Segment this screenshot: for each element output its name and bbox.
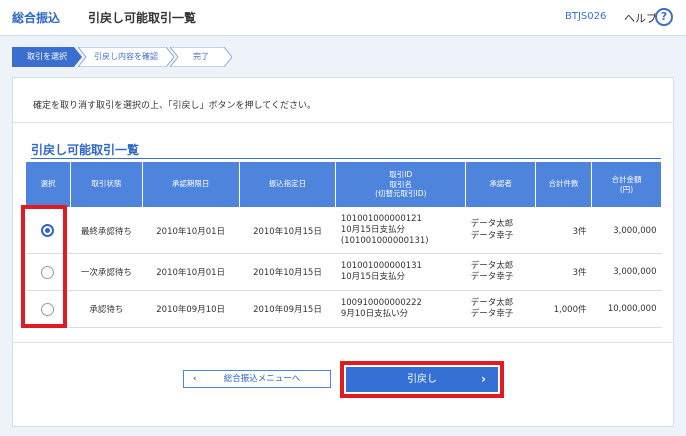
transaction-table: 選択 取引状態 承認期限日 振込指定日 取引ID 取引名 (切替元取引ID) 承… [25,161,663,328]
header-approver: 承認者 [465,161,537,208]
amount-cell: 3,000,000 [591,253,662,291]
amount-cell: 10,000,000 [591,290,662,328]
header-source-id: (切替元取引ID) [375,189,427,199]
header-transaction-id: 取引ID [389,169,413,179]
page-header: 総合振込 引戻し可能取引一覧 BTJS026 ヘルプ ? [0,0,686,36]
count-cell: 3件 [535,207,592,254]
header-approval-deadline: 承認期限日 [141,161,240,208]
header-amount: 合計金額 (円) [590,161,663,208]
revert-button[interactable]: 引戻し › [346,367,498,392]
revert-button-label: 引戻し [407,374,437,385]
selection-highlight [21,205,67,328]
transfer-date-cell: 2010年10月15日 [239,253,336,291]
header-transaction: 取引ID 取引名 (切替元取引ID) [335,161,467,208]
divider [13,122,673,123]
table-row: 一次承認待ち 2010年10月01日 2010年10月15日 101001000… [25,253,662,291]
instruction-text: 確定を取り消す取引を選択の上、「引戻し」ボタンを押してください。 [33,101,316,111]
status-cell: 一次承認待ち [70,253,143,291]
header-amount-label: 合計金額 [611,174,642,184]
screen-id: BTJS026 [565,11,607,22]
header-amount-unit: (円) [619,184,634,194]
amount-cell: 3,000,000 [591,207,662,254]
approver-name: データ幸子 [470,230,514,241]
transaction-cell: 100910000000222 9月10日支払い分 [335,290,466,328]
approver-name: データ幸子 [470,272,514,282]
page-title: 引戻し可能取引一覧 [88,11,197,25]
table-row: 承認待ち 2010年09月10日 2010年09月15日 10091000000… [25,290,662,328]
progress-steps: 取引を選択 引戻し内容を確認 完了 [12,47,232,67]
approver-name: データ太郎 [470,260,514,271]
footer-divider [13,342,673,343]
transaction-name: 10月15日支払分 [340,272,405,282]
transaction-id: 101001000000131 [340,260,422,271]
step-label: 取引を選択 [27,52,67,61]
transaction-name: 9月10日支払い分 [340,309,409,319]
header-transfer-date: 振込指定日 [238,161,337,208]
status-cell: 承認待ち [70,290,143,328]
approver-cell: データ太郎 データ幸子 [465,253,536,291]
back-to-menu-button[interactable]: ‹ 総合振込メニューへ [183,370,331,388]
help-link[interactable]: ヘルプ [624,10,657,26]
approval-deadline-cell: 2010年10月01日 [142,253,240,291]
approval-deadline-cell: 2010年09月10日 [142,290,240,328]
title-rule [31,158,661,159]
step-confirm: 引戻し内容を確認 [78,47,174,67]
approver-cell: データ太郎 データ幸子 [465,207,536,254]
back-button-label: 総合振込メニューへ [223,374,301,384]
table-row: 最終承認待ち 2010年10月01日 2010年10月15日 101001000… [25,207,662,254]
step-label: 引戻し内容を確認 [94,52,158,61]
approver-name: データ太郎 [470,297,514,308]
transaction-id: 101001000000121 [340,213,422,224]
transaction-name: 10月15日支払分 [340,224,405,235]
chevron-left-icon: ‹ [193,374,197,384]
count-cell: 3件 [535,253,592,291]
help-icon[interactable]: ? [655,8,673,26]
header-transaction-name: 取引名 [389,179,413,189]
header-count: 合計件数 [535,161,592,208]
transfer-date-cell: 2010年10月15日 [239,207,336,254]
header-status: 取引状態 [69,161,143,208]
transaction-cell: 101001000000121 10月15日支払分 (1010010000001… [335,207,466,254]
transaction-cell: 101001000000131 10月15日支払分 [335,253,466,291]
count-cell: 1,000件 [535,290,592,328]
table-title: 引戻し可能取引一覧 [31,143,140,157]
step-select: 取引を選択 [12,47,82,67]
source-transaction-id: (101001000000131) [340,236,429,247]
header-select: 選択 [25,161,71,208]
transaction-id: 100910000000222 [340,297,422,308]
approval-deadline-cell: 2010年10月01日 [142,207,240,254]
approver-name: データ幸子 [470,309,514,319]
step-label: 完了 [193,52,209,61]
step-complete: 完了 [170,47,232,67]
transfer-date-cell: 2010年09月15日 [239,290,336,328]
section-label: 総合振込 [12,11,61,25]
status-cell: 最終承認待ち [70,207,143,254]
chevron-right-icon: › [481,372,486,386]
approver-name: データ太郎 [470,219,514,230]
table-header-row: 選択 取引状態 承認期限日 振込指定日 取引ID 取引名 (切替元取引ID) 承… [25,161,663,208]
approver-cell: データ太郎 データ幸子 [465,290,536,328]
